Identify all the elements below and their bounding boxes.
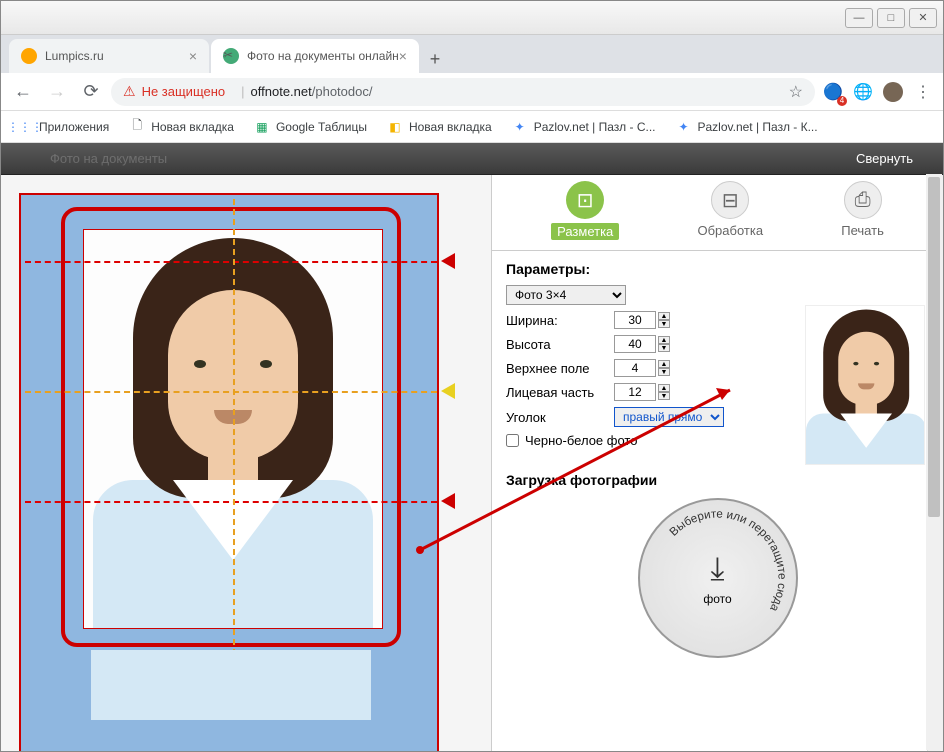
insecure-badge: Не защищено bbox=[123, 83, 225, 100]
facepart-label: Лицевая часть bbox=[506, 385, 614, 400]
bookmark-apps[interactable]: ⋮⋮⋮Приложения bbox=[9, 115, 117, 139]
spinner-down[interactable]: ▼ bbox=[658, 344, 670, 352]
tab-photodoc[interactable]: ✂ Фото на документы онлайн × bbox=[211, 39, 419, 73]
upload-title: Загрузка фотографии bbox=[506, 472, 929, 488]
puzzle-icon: ✦ bbox=[512, 119, 528, 135]
bookmark-sheets[interactable]: ▦Google Таблицы bbox=[246, 115, 375, 139]
width-input[interactable]: 30 bbox=[614, 311, 656, 329]
upload-section: Загрузка фотографии ⤓ фото Выберите или … bbox=[492, 472, 943, 658]
topmargin-label: Верхнее поле bbox=[506, 361, 614, 376]
width-label: Ширина: bbox=[506, 313, 614, 328]
topmargin-input[interactable]: 4 bbox=[614, 359, 656, 377]
step-label: Разметка bbox=[551, 223, 619, 240]
apps-icon: ⋮⋮⋮ bbox=[17, 119, 33, 135]
bookmark-pazlov1[interactable]: ✦Pazlov.net | Пазл - С... bbox=[504, 115, 664, 139]
page-faint-title: Фото на документы bbox=[50, 151, 167, 166]
scrollbar-thumb[interactable] bbox=[928, 177, 940, 517]
guide-chin[interactable] bbox=[25, 501, 437, 503]
spinner-up[interactable]: ▲ bbox=[658, 360, 670, 368]
preview-thumbnail bbox=[805, 305, 925, 465]
svg-text:Выберите или перетащите сюда: Выберите или перетащите сюда bbox=[667, 507, 788, 614]
parameters-panel: Параметры: Фото 3×4 Ширина: 30 ▲▼ Высота… bbox=[492, 251, 943, 464]
crop-selection[interactable] bbox=[61, 207, 401, 647]
facepart-input[interactable]: 12 bbox=[614, 383, 656, 401]
tab-close-icon[interactable]: × bbox=[189, 48, 197, 64]
tab-lumpics[interactable]: Lumpics.ru × bbox=[9, 39, 209, 73]
guide-marker-icon bbox=[441, 383, 455, 399]
height-input[interactable]: 40 bbox=[614, 335, 656, 353]
puzzle-icon: ✦ bbox=[675, 119, 691, 135]
window-title-bar: — □ ✕ bbox=[1, 1, 943, 35]
tab-title: Lumpics.ru bbox=[45, 49, 104, 63]
bw-label: Черно-белое фото bbox=[525, 433, 637, 448]
close-button[interactable]: ✕ bbox=[909, 8, 937, 28]
tab-title: Фото на документы онлайн bbox=[247, 49, 399, 63]
tab-strip: Lumpics.ru × ✂ Фото на документы онлайн … bbox=[1, 35, 943, 73]
printer-icon: ⎙ bbox=[844, 181, 882, 219]
omnibox[interactable]: Не защищено | offnote.net /photodoc/ ☆ bbox=[111, 78, 815, 106]
collapse-button[interactable]: Свернуть bbox=[856, 151, 913, 166]
back-button[interactable]: ← bbox=[9, 78, 37, 106]
spinner-down[interactable]: ▼ bbox=[658, 368, 670, 376]
corner-label: Уголок bbox=[506, 410, 614, 425]
step-label: Печать bbox=[841, 223, 884, 238]
tab-close-icon[interactable]: × bbox=[399, 48, 407, 64]
new-tab-button[interactable]: + bbox=[421, 45, 449, 73]
bookmark-newtab[interactable]: 🗋Новая вкладка bbox=[121, 115, 242, 139]
guide-marker-icon bbox=[441, 253, 455, 269]
maximize-button[interactable]: □ bbox=[877, 8, 905, 28]
bookmark-newtab2[interactable]: ◧Новая вкладка bbox=[379, 115, 500, 139]
photo-overflow bbox=[23, 650, 438, 750]
bw-checkbox[interactable] bbox=[506, 434, 519, 447]
extension-icon-2[interactable]: 🌐 bbox=[851, 80, 875, 104]
spinner-up[interactable]: ▲ bbox=[658, 384, 670, 392]
menu-icon[interactable]: ⋮ bbox=[911, 80, 935, 104]
favicon-icon: ✂ bbox=[223, 48, 239, 64]
favicon-icon bbox=[21, 48, 37, 64]
page-scrollbar[interactable] bbox=[926, 174, 942, 750]
step-label: Обработка bbox=[697, 223, 763, 238]
bookmarks-bar: ⋮⋮⋮Приложения 🗋Новая вкладка ▦Google Таб… bbox=[1, 111, 943, 143]
star-icon[interactable]: ☆ bbox=[789, 82, 803, 102]
circular-text: Выберите или перетащите сюда bbox=[640, 500, 796, 656]
address-bar: ← → ⟳ Не защищено | offnote.net /photodo… bbox=[1, 73, 943, 111]
step-markup[interactable]: ⊡ Разметка bbox=[551, 181, 619, 240]
minimize-button[interactable]: — bbox=[845, 8, 873, 28]
photo-canvas-pane bbox=[1, 175, 491, 751]
reload-button[interactable]: ⟳ bbox=[77, 78, 105, 106]
page-icon: ◧ bbox=[387, 119, 403, 135]
extension-icon[interactable]: 🔵4 bbox=[821, 80, 845, 104]
crop-icon: ⊡ bbox=[566, 181, 604, 219]
content-area: ⊡ Разметка ⊟ Обработка ⎙ Печать Параметр… bbox=[1, 175, 943, 751]
canvas-outer-frame bbox=[19, 193, 439, 751]
spinner-down[interactable]: ▼ bbox=[658, 320, 670, 328]
url-host: offnote.net bbox=[251, 84, 312, 99]
spinner-up[interactable]: ▲ bbox=[658, 312, 670, 320]
spinner-down[interactable]: ▼ bbox=[658, 392, 670, 400]
profile-avatar[interactable] bbox=[881, 80, 905, 104]
page-header: Фото на документы Свернуть bbox=[1, 143, 943, 175]
sliders-icon: ⊟ bbox=[711, 181, 749, 219]
step-print[interactable]: ⎙ Печать bbox=[841, 181, 884, 240]
height-label: Высота bbox=[506, 337, 614, 352]
sheets-icon: ▦ bbox=[254, 119, 270, 135]
guide-top-head[interactable] bbox=[25, 261, 437, 263]
upload-dropzone[interactable]: ⤓ фото Выберите или перетащите сюда bbox=[638, 498, 798, 658]
guide-eyes[interactable] bbox=[25, 391, 437, 393]
corner-select[interactable]: правый прямой bbox=[614, 407, 724, 427]
guide-center-vertical[interactable] bbox=[233, 199, 235, 655]
guide-marker-icon bbox=[441, 493, 455, 509]
spinner-up[interactable]: ▲ bbox=[658, 336, 670, 344]
page-icon: 🗋 bbox=[129, 119, 145, 135]
bookmark-pazlov2[interactable]: ✦Pazlov.net | Пазл - К... bbox=[667, 115, 825, 139]
forward-button[interactable]: → bbox=[43, 78, 71, 106]
url-path: /photodoc/ bbox=[312, 84, 373, 99]
params-title: Параметры: bbox=[506, 261, 929, 277]
step-processing[interactable]: ⊟ Обработка bbox=[697, 181, 763, 240]
steps-bar: ⊡ Разметка ⊟ Обработка ⎙ Печать bbox=[492, 175, 943, 251]
settings-pane: ⊡ Разметка ⊟ Обработка ⎙ Печать Параметр… bbox=[491, 175, 943, 751]
preset-select[interactable]: Фото 3×4 bbox=[506, 285, 626, 305]
